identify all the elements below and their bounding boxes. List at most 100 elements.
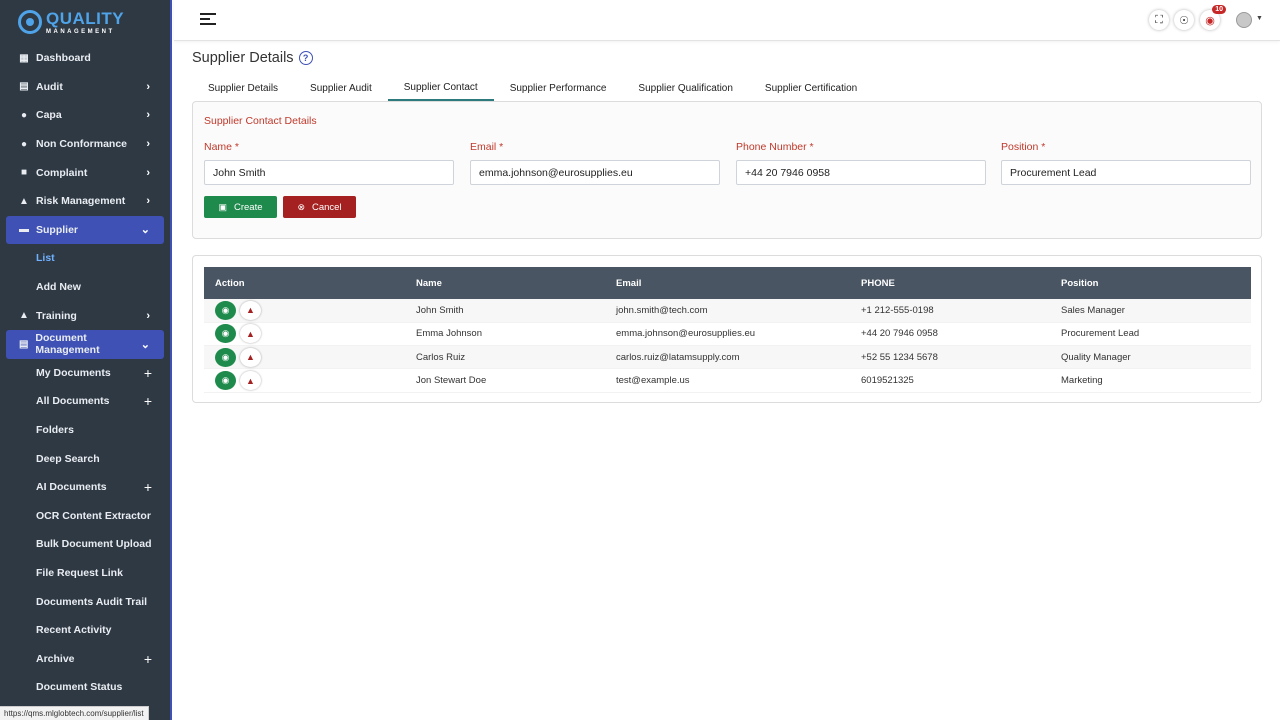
view-eye-icon[interactable]: ◉ (215, 300, 236, 320)
contacts-table-card: Action Name Email PHONE Position ◉ ▲ Joh… (192, 255, 1262, 403)
email-cell: carlos.ruiz@latamsupply.com (605, 345, 850, 370)
phone-cell: +44 20 7946 0958 (850, 322, 1050, 347)
sidebar-sub-label: AI Documents (36, 481, 107, 494)
name-cell: Jon Stewart Doe (405, 368, 605, 393)
action-cell: ◉ ▲ (204, 299, 405, 323)
cancel-button[interactable]: ⊗ Cancel (283, 196, 356, 218)
sidebar-sub-file-request-link[interactable]: File Request Link (0, 559, 170, 588)
help-icon[interactable]: ? (298, 51, 313, 65)
sidebar-item-non-conformance[interactable]: ● Non Conformance › (0, 130, 170, 159)
sidebar-sub-label: My Documents (36, 366, 111, 379)
plus-icon: + (143, 393, 152, 410)
sidebar-item-audit[interactable]: ▤ Audit › (0, 73, 170, 102)
menu-toggle-icon[interactable] (200, 13, 216, 27)
status-url: https://qms.mlglobtech.com/supplier/list (0, 706, 149, 720)
view-eye-icon[interactable]: ◉ (215, 371, 236, 391)
form-title: Supplier Contact Details (204, 115, 317, 127)
sidebar-sub-ai-documents[interactable]: AI Documents + (0, 473, 170, 502)
column-header-position[interactable]: Position (1050, 267, 1251, 299)
tab-supplier-contact[interactable]: Supplier Contact (387, 76, 494, 101)
globe-icon[interactable]: ☉ (1174, 10, 1194, 30)
create-button-label: Create (234, 201, 263, 213)
phone-field[interactable] (736, 160, 986, 185)
plus-icon: + (143, 364, 152, 381)
fullscreen-icon[interactable]: ⛶ (1149, 10, 1169, 30)
position-cell: Procurement Lead (1050, 322, 1251, 347)
view-eye-icon[interactable]: ◉ (215, 324, 236, 344)
sidebar-sub-ocr-content-extractor[interactable]: OCR Content Extractor (0, 502, 170, 531)
chevron-right-icon: › (146, 138, 150, 151)
chevron-down-icon: ⌄ (140, 224, 150, 237)
tab-supplier-certification[interactable]: Supplier Certification (749, 76, 873, 101)
sidebar-sub-archive[interactable]: Archive + (0, 644, 170, 673)
sidebar-sub-all-documents[interactable]: All Documents + (0, 387, 170, 416)
shield-icon: ● (20, 109, 28, 121)
position-cell: Sales Manager (1050, 299, 1251, 323)
action-cell: ◉ ▲ (204, 368, 405, 393)
chevron-right-icon: › (146, 195, 150, 208)
sidebar-sub-documents-audit-trail[interactable]: Documents Audit Trail (0, 587, 170, 616)
plus-icon: + (143, 479, 152, 496)
table-row: ◉ ▲ John Smith john.smith@tech.com +1 21… (204, 299, 1251, 323)
bell-icon[interactable]: ◉ 10 (1200, 5, 1226, 30)
avatar[interactable] (1236, 12, 1252, 28)
comment-icon: ■ (20, 167, 28, 179)
sidebar-item-dashboard[interactable]: ▦ Dashboard (0, 44, 170, 73)
tab-supplier-details[interactable]: Supplier Details (192, 76, 294, 101)
sidebar-item-capa[interactable]: ● Capa › (0, 101, 170, 130)
supplier-contact-form: Supplier Contact Details Name * Email * … (192, 101, 1262, 239)
sidebar-sub-supplier-list[interactable]: List (0, 244, 170, 273)
delete-trash-icon[interactable]: ▲ (240, 300, 261, 320)
sidebar-item-label: Non Conformance (36, 138, 128, 151)
sidebar-sub-folders[interactable]: Folders (0, 416, 170, 445)
email-field[interactable] (470, 160, 720, 185)
view-eye-icon[interactable]: ◉ (215, 347, 236, 367)
sidebar-sub-label: Document Status (36, 681, 123, 694)
sidebar-item-label: Dashboard (36, 52, 91, 65)
chevron-right-icon: › (146, 309, 150, 322)
sidebar-sub-label: All Documents (36, 395, 110, 408)
sidebar-sub-deep-search[interactable]: Deep Search (0, 444, 170, 473)
tab-supplier-audit[interactable]: Supplier Audit (294, 76, 388, 101)
delete-trash-icon[interactable]: ▲ (240, 347, 261, 367)
phone-cell: +52 55 1234 5678 (850, 345, 1050, 370)
sidebar-sub-recent-activity[interactable]: Recent Activity (0, 616, 170, 645)
sidebar-sub-bulk-document-upload[interactable]: Bulk Document Upload (0, 530, 170, 559)
app-logo[interactable]: QUALITY MANAGEMENT (0, 0, 170, 44)
tab-supplier-performance[interactable]: Supplier Performance (494, 76, 623, 101)
close-circle-icon: ⊗ (297, 201, 305, 212)
name-field[interactable] (204, 160, 454, 185)
column-header-name[interactable]: Name (405, 267, 605, 299)
tab-supplier-qualification[interactable]: Supplier Qualification (622, 76, 749, 101)
position-field[interactable] (1001, 160, 1251, 185)
action-cell: ◉ ▲ (204, 345, 405, 370)
delete-trash-icon[interactable]: ▲ (240, 371, 261, 391)
sidebar-item-document-management[interactable]: ▤ Document Management ⌄ (6, 329, 164, 359)
sidebar-sub-label: Folders (36, 424, 74, 437)
position-cell: Marketing (1050, 368, 1251, 393)
sidebar-item-supplier[interactable]: ▬ Supplier ⌄ (6, 215, 164, 245)
column-header-phone[interactable]: PHONE (850, 267, 1050, 299)
sidebar-item-complaint[interactable]: ■ Complaint › (0, 158, 170, 187)
chevron-right-icon: › (146, 109, 150, 122)
sidebar-sub-supplier-add-new[interactable]: Add New (0, 273, 170, 302)
sidebar-item-training[interactable]: ▲ Training › (0, 301, 170, 330)
contacts-table: Action Name Email PHONE Position ◉ ▲ Joh… (204, 267, 1251, 393)
name-cell: Carlos Ruiz (405, 345, 605, 370)
logo-title: QUALITY (46, 8, 125, 28)
sidebar-item-label: Supplier (36, 223, 79, 236)
email-cell: test@example.us (605, 368, 850, 393)
sidebar-sub-label: Documents Audit Trail (36, 595, 148, 608)
sidebar-item-risk-management[interactable]: ▲ Risk Management › (0, 187, 170, 216)
sidebar-sub-document-status[interactable]: Document Status (0, 673, 170, 702)
table-row: ◉ ▲ Jon Stewart Doe test@example.us 6019… (204, 368, 1251, 393)
create-button[interactable]: ▣ Create (204, 196, 277, 218)
caret-down-icon[interactable]: ▼ (1256, 15, 1263, 22)
position-label: Position * (1001, 141, 1046, 153)
column-header-email[interactable]: Email (605, 267, 850, 299)
sidebar-sub-my-documents[interactable]: My Documents + (0, 359, 170, 388)
sidebar-item-label: Document Management (35, 332, 100, 357)
delete-trash-icon[interactable]: ▲ (240, 324, 261, 344)
sidebar-nav: ▦ Dashboard ▤ Audit › ● Capa › ● Non Con… (0, 44, 170, 702)
sidebar-sub-label: Add New (36, 281, 81, 294)
